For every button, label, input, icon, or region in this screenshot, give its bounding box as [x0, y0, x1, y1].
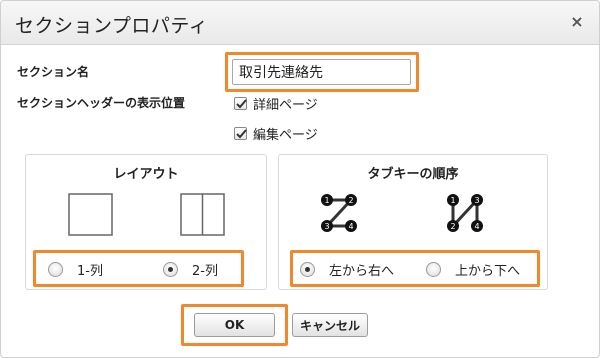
layout-panel-title: レイアウト — [113, 167, 179, 182]
checkbox-checked-icon[interactable] — [234, 97, 247, 110]
order-node-number: 1 — [324, 196, 329, 205]
order-node-number: 1 — [450, 196, 455, 205]
detail-page-checkbox[interactable]: 詳細ページ — [234, 94, 318, 113]
order-node-number: 3 — [474, 196, 479, 205]
left-to-right-label: 左から右へ — [329, 264, 395, 279]
two-column-icon — [180, 193, 225, 236]
section-name-input[interactable] — [232, 59, 411, 85]
order-node-number: 4 — [348, 222, 353, 231]
edit-page-checkbox[interactable]: 編集ページ — [234, 124, 318, 143]
radio-unselected-icon[interactable] — [426, 262, 441, 277]
order-node-number: 4 — [474, 222, 479, 231]
section-properties-dialog: セクションプロパティ × セクション名 セクションヘッダーの表示位置 詳細ページ… — [0, 0, 600, 358]
section-name-label: セクション名 — [17, 65, 90, 79]
checkbox-checked-icon[interactable] — [234, 127, 247, 140]
dialog-title: セクションプロパティ — [15, 15, 209, 37]
order-node-number: 3 — [324, 222, 329, 231]
top-to-bottom-order-icon: 1 2 3 4 — [447, 194, 483, 232]
close-icon[interactable]: × — [567, 12, 587, 32]
left-to-right-order-icon: 1 2 3 4 — [321, 194, 357, 232]
top-to-bottom-label: 上から下へ — [455, 264, 521, 279]
ok-button[interactable]: OK — [194, 313, 275, 337]
detail-page-label: 詳細ページ — [253, 98, 318, 113]
dialog-titlebar: セクションプロパティ × — [1, 1, 599, 45]
order-node-number: 2 — [348, 196, 353, 205]
edit-page-label: 編集ページ — [253, 128, 318, 143]
radio-selected-icon[interactable] — [163, 262, 178, 277]
one-column-icon — [68, 193, 113, 236]
radio-unselected-icon[interactable] — [48, 262, 63, 277]
left-to-right-radio[interactable]: 左から右へ — [300, 260, 394, 279]
two-column-radio[interactable]: 2-列 — [163, 260, 218, 279]
header-position-label: セクションヘッダーの表示位置 — [17, 96, 186, 110]
one-column-label: 1-列 — [77, 264, 103, 279]
one-column-radio[interactable]: 1-列 — [48, 260, 103, 279]
tab-order-panel-title: タブキーの順序 — [367, 167, 459, 182]
cancel-button[interactable]: キャンセル — [292, 313, 368, 337]
two-column-label: 2-列 — [192, 264, 218, 279]
order-node-number: 2 — [450, 222, 455, 231]
radio-selected-icon[interactable] — [300, 262, 315, 277]
top-to-bottom-radio[interactable]: 上から下へ — [426, 260, 520, 279]
